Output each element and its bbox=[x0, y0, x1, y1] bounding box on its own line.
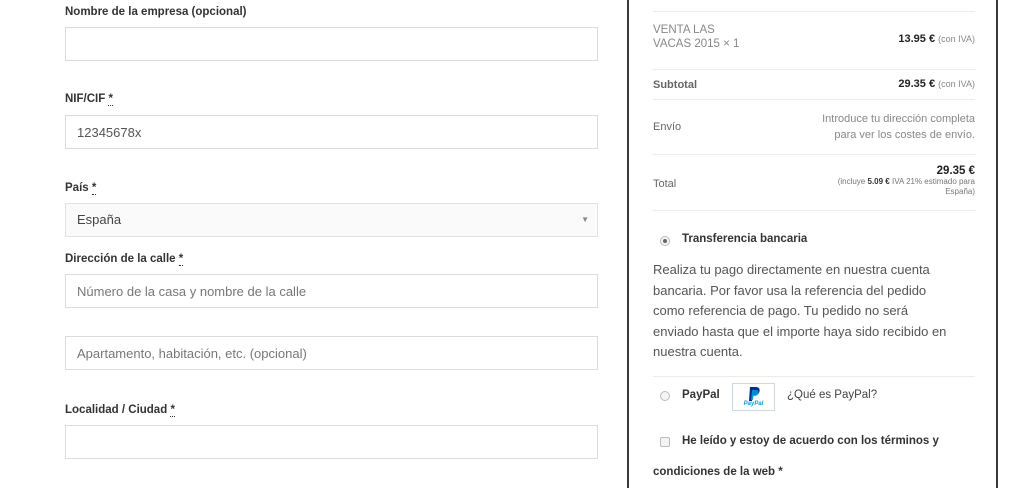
paypal-logo-text: PayPal bbox=[743, 401, 764, 407]
terms-label-line1[interactable]: He leído y estoy de acuerdo con los térm… bbox=[682, 435, 939, 447]
company-label: Nombre de la empresa (opcional) bbox=[65, 6, 247, 18]
total-amount: 29.35 € bbox=[936, 165, 975, 177]
nif-input[interactable] bbox=[65, 115, 598, 149]
paypal-radio[interactable] bbox=[660, 391, 670, 401]
chevron-down-icon: ▼ bbox=[581, 215, 589, 224]
total-row: Total 29.35 € (incluye 5.09 € IVA 21% es… bbox=[653, 154, 975, 210]
country-selected-value: España bbox=[77, 212, 122, 227]
country-select[interactable]: España ▼ bbox=[65, 203, 598, 237]
terms-checkbox[interactable] bbox=[660, 437, 670, 447]
paypal-logo: PayPal bbox=[732, 383, 775, 411]
city-label: Localidad / Ciudad * bbox=[65, 404, 175, 417]
nif-label: NIF/CIF * bbox=[65, 93, 113, 106]
paypal-icon bbox=[749, 387, 760, 401]
total-label: Total bbox=[653, 178, 677, 190]
order-item-name: VENTA LAS VACAS 2015 × 1 bbox=[653, 24, 740, 50]
bank-transfer-radio[interactable] bbox=[660, 236, 670, 246]
order-item-row: VENTA LAS VACAS 2015 × 1 13.95 € (con IV… bbox=[653, 11, 975, 69]
bank-transfer-label[interactable]: Transferencia bancaria bbox=[682, 233, 807, 245]
what-is-paypal-link[interactable]: ¿Qué es PayPal? bbox=[787, 389, 877, 401]
required-mark: * bbox=[178, 253, 184, 266]
country-label: País * bbox=[65, 182, 97, 195]
total-amount-block: 29.35 € (incluye 5.09 € IVA 21% estimado… bbox=[837, 165, 975, 196]
order-review-panel: VENTA LAS VACAS 2015 × 1 13.95 € (con IV… bbox=[627, 0, 998, 488]
subtotal-row: Subtotal 29.35 € (con IVA) bbox=[653, 69, 975, 99]
paypal-label[interactable]: PayPal bbox=[682, 389, 720, 401]
company-input[interactable] bbox=[65, 27, 598, 61]
subtotal-amount: 29.35 € (con IVA) bbox=[898, 78, 975, 90]
order-item-price: 13.95 € (con IVA) bbox=[898, 33, 975, 45]
required-mark: * bbox=[108, 93, 113, 106]
city-input[interactable] bbox=[65, 425, 598, 459]
paypal-divider bbox=[653, 376, 975, 377]
shipping-label: Envío bbox=[653, 121, 682, 133]
order-item-qty: × 1 bbox=[723, 38, 740, 50]
terms-label-line2[interactable]: condiciones de la web * bbox=[653, 466, 783, 478]
street-line2-input[interactable] bbox=[65, 336, 598, 370]
shipping-row: Envío Introduce tu dirección completa pa… bbox=[653, 99, 975, 154]
payment-divider bbox=[653, 210, 975, 211]
street-line1-input[interactable] bbox=[65, 274, 598, 308]
required-mark: * bbox=[170, 404, 175, 417]
required-mark: * bbox=[91, 182, 97, 195]
bank-transfer-description: Realiza tu pago directamente en nuestra … bbox=[653, 262, 947, 359]
shipping-note: Introduce tu dirección completa para ver… bbox=[822, 113, 975, 141]
order-review-inner: VENTA LAS VACAS 2015 × 1 13.95 € (con IV… bbox=[653, 0, 975, 488]
subtotal-label: Subtotal bbox=[653, 79, 697, 91]
street-label: Dirección de la calle * bbox=[65, 253, 184, 266]
total-tax-note: (incluye 5.09 € IVA 21% estimado para bbox=[837, 177, 975, 186]
